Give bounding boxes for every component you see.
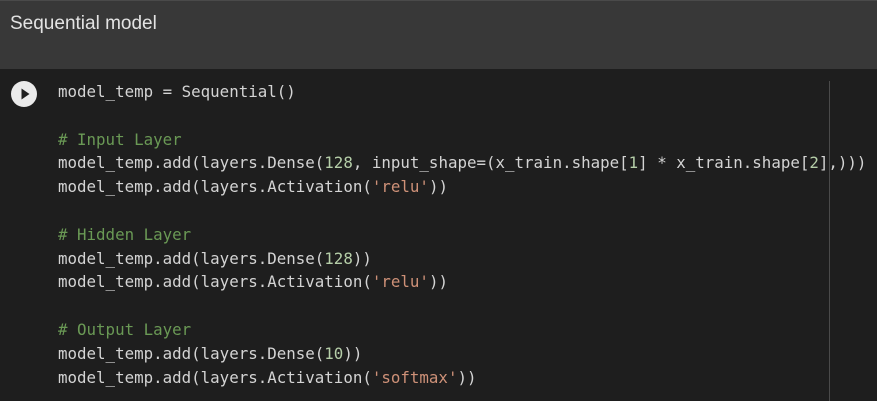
code-token-default: model_temp = Sequential() — [58, 82, 296, 101]
code-line: model_temp.add(layers.Activation('softma… — [58, 366, 877, 390]
code-line: model_temp.add(layers.Activation('relu')… — [58, 175, 877, 199]
code-line: model_temp.add(layers.Dense(128, input_s… — [58, 151, 877, 175]
code-token-string: 'softmax' — [371, 367, 458, 387]
code-token-default: model_temp.add(layers.Dense( — [58, 248, 325, 268]
section-heading: Sequential model — [10, 13, 157, 34]
code-token-comment: # Output Layer — [58, 319, 192, 339]
code-cell[interactable]: model_temp = Sequential() # Input Layer m… — [0, 69, 877, 401]
line-length-ruler — [829, 81, 830, 401]
code-token-default: model_temp.add(layers.Dense( — [58, 343, 325, 363]
code-line: # Output Layer — [58, 318, 877, 342]
play-icon — [21, 88, 30, 100]
code-line: model_temp.add(layers.Activation('relu')… — [58, 270, 877, 294]
code-token-number: 128 — [324, 248, 353, 268]
code-token-default: model_temp.add(layers.Dense( — [58, 153, 325, 173]
code-token-string: 'relu' — [371, 272, 429, 292]
run-cell-button[interactable] — [11, 81, 37, 107]
code-token-default: )) — [352, 248, 372, 268]
code-line: # Hidden Layer — [58, 223, 877, 247]
code-line: model_temp.add(layers.Dense(10)) — [58, 342, 877, 366]
code-token-comment: # Hidden Layer — [58, 224, 192, 244]
code-line: model_temp = Sequential() — [58, 80, 877, 104]
code-token-default: )) — [343, 343, 363, 363]
code-token-default: model_temp.add(layers.Activation( — [58, 272, 372, 292]
text-cell[interactable]: Sequential model — [0, 0, 877, 69]
code-token-default: ],))) — [818, 153, 867, 173]
code-token-string: 'relu' — [371, 177, 429, 197]
code-token-default: model_temp.add(layers.Activation( — [58, 177, 372, 197]
code-line: model_temp.add(layers.Dense(128)) — [58, 247, 877, 271]
code-token-default: )) — [457, 367, 477, 387]
code-token-default: model_temp.add(layers.Activation( — [58, 367, 372, 387]
code-token-default: ] * x_train.shape[ — [638, 153, 810, 173]
code-line: # Input Layer — [58, 128, 877, 152]
code-token-default: )) — [428, 272, 448, 292]
code-editor[interactable]: model_temp = Sequential() # Input Layer m… — [58, 80, 877, 401]
notebook-page: Sequential model model_temp = Sequential… — [0, 0, 877, 401]
code-token-comment: # Input Layer — [58, 129, 182, 149]
code-token-default: )) — [428, 177, 448, 197]
code-token-number: 128 — [324, 153, 353, 173]
code-token-number: 1 — [628, 153, 639, 173]
code-token-number: 2 — [809, 153, 819, 173]
code-token-number: 10 — [324, 343, 344, 363]
code-token-default: , input_shape=(x_train.shape[ — [352, 153, 629, 173]
